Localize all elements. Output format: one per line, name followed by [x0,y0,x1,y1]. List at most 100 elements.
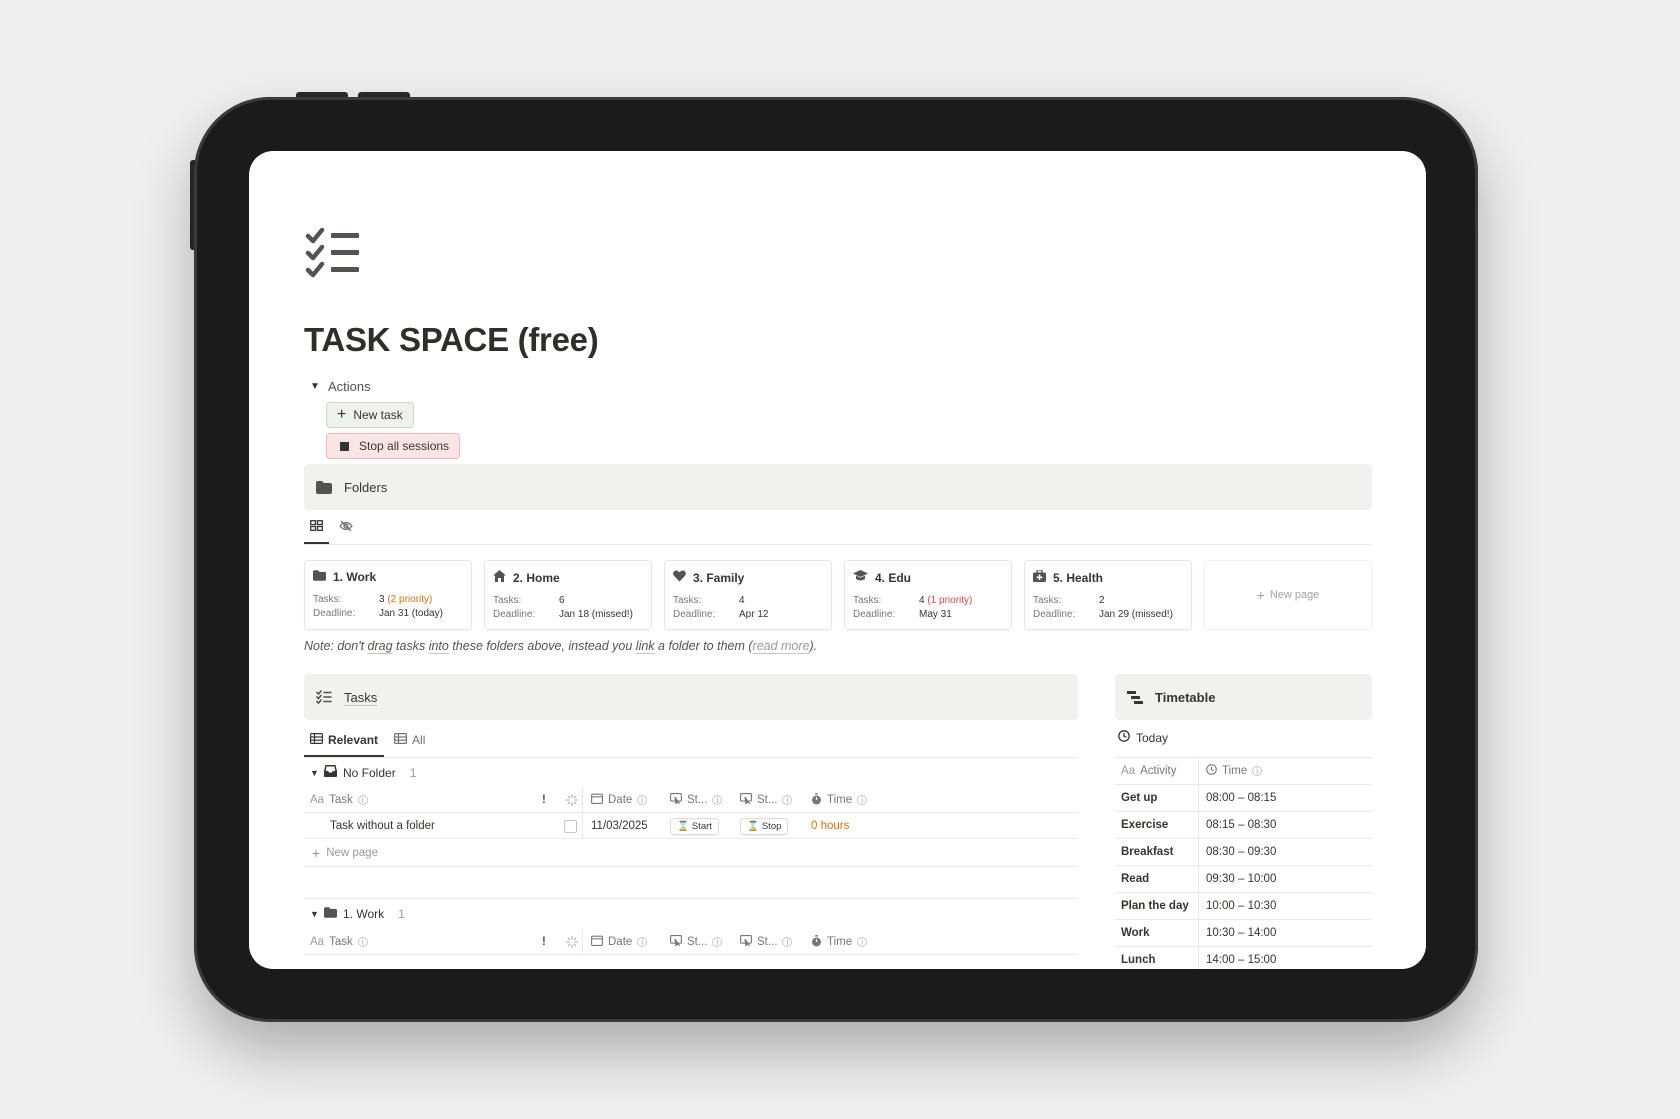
folder-icon [313,570,326,584]
priority-checkbox[interactable] [564,813,577,839]
medical-kit-icon [1033,569,1046,585]
table-icon [310,733,324,747]
timetable-callout-label[interactable]: Timetable [1155,690,1215,705]
col-time[interactable]: Time i [811,787,868,813]
actions-toggle[interactable]: ▼ Actions [304,379,371,394]
tasks-count: 4 (1 priority) [919,595,973,606]
task-name[interactable]: Task without a folder [330,813,435,839]
deadline-value: Jan 29 (missed!) [1099,609,1173,620]
read-more-link[interactable]: read more [753,639,810,653]
deadline-value: Jan 31 (today) [379,608,443,619]
col-priority[interactable]: ! [542,929,546,955]
col-date[interactable]: Date i [591,787,648,813]
toggle-triangle-icon[interactable]: ▼ [304,381,328,392]
info-icon: i [637,795,648,805]
loading-icon[interactable] [566,929,578,955]
table-row[interactable]: Work 10:30 – 14:00 [1115,920,1372,947]
col-priority[interactable]: ! [542,787,546,813]
gallery-grid-icon [310,520,323,534]
table-icon [394,733,408,747]
eye-off-icon [339,520,353,535]
col-stop[interactable]: St... i [740,929,793,955]
deadline-key: Deadline: [673,609,716,620]
new-page-label: New page [1269,589,1320,601]
note-link-text: link [635,639,655,653]
col-task[interactable]: Aa Task i [310,929,368,955]
folder-card-home[interactable]: 2. Home Tasks: 6 Deadline: Jan 18 (missed!… [484,560,652,630]
table-row[interactable]: Lunch 14:00 – 15:00 [1115,947,1372,969]
col-stop[interactable]: St... i [740,787,793,813]
folder-card-work[interactable]: 1. Work Tasks: 3 (2 priority) Deadline: Ja… [304,560,472,630]
folder-icon [324,907,337,921]
table-row[interactable]: Read 09:30 – 10:00 [1115,866,1372,893]
tasks-key: Tasks: [853,595,882,606]
table-row[interactable]: Exercise 08:15 – 08:30 [1115,812,1372,839]
table-header: Aa Task i ! Date i St... i St... i Time i [304,929,1078,955]
task-date[interactable]: 11/03/2025 [591,813,648,839]
stop-square-icon [340,441,349,451]
group-no-folder[interactable]: ▼ No Folder 1 [304,765,416,780]
group-count: 1 [398,907,405,921]
tasks-key: Tasks: [673,595,702,606]
col-date[interactable]: Date i [591,929,648,955]
tasks-callout-label[interactable]: Tasks [344,690,377,705]
tab-all[interactable]: All [388,731,431,757]
tab-relevant[interactable]: Relevant [304,731,385,757]
col-start[interactable]: St... i [670,787,723,813]
tab-gallery-view[interactable] [304,518,329,544]
table-row[interactable]: Task without a folder 11/03/2025 ⌛ Start … [304,813,1078,839]
toggle-triangle-icon[interactable]: ▼ [304,909,319,919]
new-task-label: New task [353,408,403,422]
folders-callout-label[interactable]: Folders [344,480,387,495]
hourglass-icon: ⌛ [677,820,689,832]
folders-callout: Folders [304,464,1372,510]
deadline-key: Deadline: [1033,609,1076,620]
tasks-count: 4 [739,595,745,606]
folder-card-title: 2. Home [513,570,560,585]
deadline-value: May 31 [919,609,952,620]
checklist-icon[interactable] [304,227,364,279]
folder-card-family[interactable]: 3. Family Tasks: 4 Deadline: Apr 12 [664,560,832,630]
folders-view-tabs [304,518,1372,545]
tab-relevant-label: Relevant [328,733,379,747]
table-row[interactable]: Breakfast 08:30 – 09:30 [1115,839,1372,866]
timetable-table: Aa Activity Time i Get up 08:00 – 08:15 Exe… [1115,758,1372,969]
folder-card-health[interactable]: 5. Health Tasks: 2 Deadline: Jan 29 (misse… [1024,560,1192,630]
col-time[interactable]: Time i [811,929,868,955]
table-header: Aa Activity Time i [1115,758,1372,785]
add-new-task-row[interactable]: + New page [304,839,1078,867]
timeline-icon [1127,690,1143,704]
new-task-button[interactable]: + New task [326,402,414,428]
deadline-value: Apr 12 [739,609,769,620]
timetable-callout: Timetable [1115,674,1372,720]
col-task[interactable]: Aa Task i [310,787,368,813]
tab-hidden-view[interactable] [333,518,359,544]
new-folder-page-button[interactable]: + New page [1204,560,1372,630]
table-header: Aa Task i ! Date i St... i St... i Time i [304,787,1078,813]
page-title: TASK SPACE (free) [304,321,599,358]
deadline-key: Deadline: [853,609,896,620]
checklist-icon [316,690,332,704]
plus-icon: + [312,844,321,861]
table-row[interactable]: Plan the day 10:00 – 10:30 [1115,893,1372,920]
tasks-view-tabs: Relevant All [304,731,1078,758]
folder-card-edu[interactable]: 4. Edu Tasks: 4 (1 priority) Deadline: May… [844,560,1012,630]
button-cursor-icon [670,935,682,949]
col-time[interactable]: Time i [1199,758,1263,784]
heart-icon [673,570,686,585]
toggle-triangle-icon[interactable]: ▼ [304,768,319,778]
folder-card-title: 4. Edu [875,570,912,585]
today-label: Today [1136,730,1169,745]
col-start[interactable]: St... i [670,929,723,955]
stop-all-sessions-button[interactable]: Stop all sessions [326,433,461,459]
loading-icon[interactable] [566,787,578,813]
start-button[interactable]: ⌛ Start [670,813,719,839]
plus-icon: + [337,406,347,423]
table-row[interactable]: Get up 08:00 – 08:15 [1115,785,1372,812]
group-work[interactable]: ▼ 1. Work 1 [304,907,405,921]
tasks-key: Tasks: [493,595,522,606]
button-cursor-icon [740,935,752,949]
stop-button[interactable]: ⌛ Stop [740,813,789,839]
tab-today[interactable]: Today [1118,730,1168,745]
col-activity[interactable]: Aa Activity [1115,758,1199,784]
